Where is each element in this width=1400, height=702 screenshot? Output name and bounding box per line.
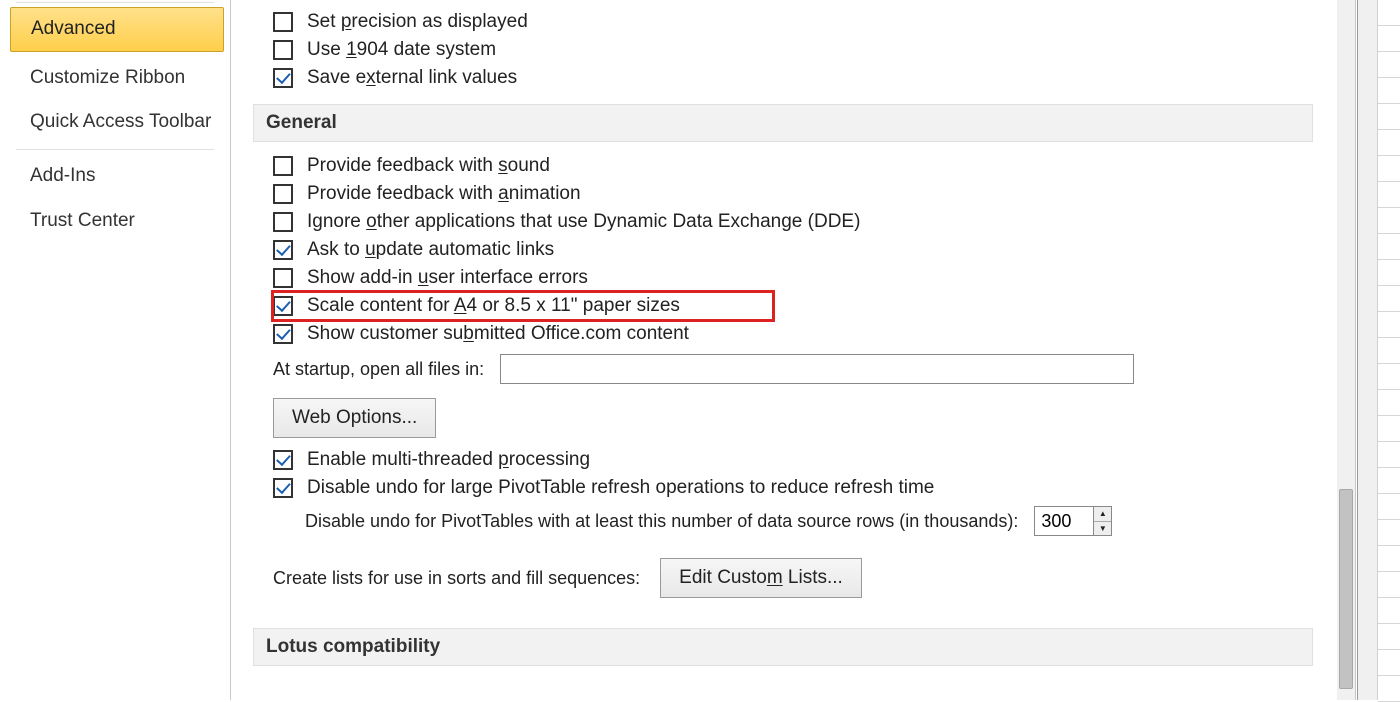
spin-label: Disable undo for PivotTables with at lea… <box>305 511 1018 532</box>
checkbox-label: Enable multi-threaded processing <box>307 449 590 471</box>
checkbox-label: Use 1904 date system <box>307 39 496 61</box>
checkbox-label: Provide feedback with sound <box>307 155 550 177</box>
spreadsheet-cells <box>1378 0 1400 700</box>
checkbox-multi-threaded[interactable]: Enable multi-threaded processing <box>273 446 1333 474</box>
checkbox-label: Set precision as displayed <box>307 11 528 33</box>
startup-open-files-row: At startup, open all files in: <box>273 348 1333 390</box>
sidebar-item-customize-ribbon[interactable]: Customize Ribbon <box>0 56 230 101</box>
sidebar-item-label: Add-Ins <box>30 165 95 186</box>
sidebar-separator <box>16 149 214 150</box>
startup-folder-input[interactable] <box>500 354 1134 384</box>
panel-scrollbar[interactable] <box>1337 0 1355 700</box>
checkbox-icon <box>273 478 293 498</box>
checkbox-label: Show customer submitted Office.com conte… <box>307 323 689 345</box>
custom-lists-row: Create lists for use in sorts and fill s… <box>273 540 1333 616</box>
sidebar-item-quick-access-toolbar[interactable]: Quick Access Toolbar <box>0 100 230 145</box>
lists-label: Create lists for use in sorts and fill s… <box>273 568 640 589</box>
spinner-input[interactable] <box>1035 507 1093 535</box>
checkbox-1904-date-system[interactable]: Use 1904 date system <box>273 36 1333 64</box>
checkbox-label: Show add-in user interface errors <box>307 267 588 289</box>
section-header-general: General <box>253 104 1313 142</box>
checkbox-save-external-link-values[interactable]: Save external link values <box>273 64 1333 92</box>
checkbox-feedback-sound[interactable]: Provide feedback with sound <box>273 152 1333 180</box>
checkbox-icon <box>273 268 293 288</box>
checkbox-icon <box>273 156 293 176</box>
edit-custom-lists-button[interactable]: Edit Custom Lists... <box>660 558 862 598</box>
checkbox-icon <box>273 324 293 344</box>
checkbox-disable-undo-pivot[interactable]: Disable undo for large PivotTable refres… <box>273 474 1333 502</box>
checkbox-label: Provide feedback with animation <box>307 183 581 205</box>
window-scrollbar[interactable] <box>1358 0 1378 700</box>
top-options: Set precision as displayed Use 1904 date… <box>273 8 1333 92</box>
checkbox-ask-update-links[interactable]: Ask to update automatic links <box>273 236 1333 264</box>
checkbox-label: Ask to update automatic links <box>307 239 554 261</box>
options-dialog: Language Advanced Customize Ribbon Quick… <box>0 0 1356 700</box>
checkbox-label: Scale content for A4 or 8.5 x 11" paper … <box>307 295 680 317</box>
arrow-down-icon[interactable]: ▼ <box>1094 522 1111 536</box>
sidebar-item-label: Quick Access Toolbar <box>30 111 211 132</box>
checkbox-label: Disable undo for large PivotTable refres… <box>307 477 934 499</box>
checkbox-icon <box>273 240 293 260</box>
options-sidebar: Language Advanced Customize Ribbon Quick… <box>0 0 231 700</box>
scrollbar-thumb[interactable] <box>1339 489 1353 689</box>
sidebar-item-trust-center[interactable]: Trust Center <box>0 199 230 244</box>
section-header-lotus: Lotus compatibility <box>253 628 1313 666</box>
sidebar-item-label: Advanced <box>31 18 116 39</box>
web-options-button[interactable]: Web Options... <box>273 398 436 438</box>
sidebar-separator <box>16 2 214 3</box>
arrow-up-icon[interactable]: ▲ <box>1094 507 1111 522</box>
checkbox-icon <box>273 184 293 204</box>
checkbox-label: Ignore other applications that use Dynam… <box>307 211 860 233</box>
general-options: Provide feedback with sound Provide feed… <box>273 152 1333 616</box>
background-spreadsheet <box>1357 0 1400 700</box>
checkbox-ignore-dde[interactable]: Ignore other applications that use Dynam… <box>273 208 1333 236</box>
sidebar-item-advanced[interactable]: Advanced <box>10 7 224 52</box>
checkbox-show-addin-errors[interactable]: Show add-in user interface errors <box>273 264 1333 292</box>
spinner-arrows[interactable]: ▲▼ <box>1093 507 1111 535</box>
checkbox-scale-content-a4[interactable]: Scale content for A4 or 8.5 x 11" paper … <box>273 292 773 320</box>
checkbox-icon <box>273 68 293 88</box>
sidebar-item-label: Customize Ribbon <box>30 67 185 88</box>
checkbox-set-precision[interactable]: Set precision as displayed <box>273 8 1333 36</box>
checkbox-show-office-com-content[interactable]: Show customer submitted Office.com conte… <box>273 320 1333 348</box>
sidebar-item-add-ins[interactable]: Add-Ins <box>0 154 230 199</box>
checkbox-icon <box>273 450 293 470</box>
checkbox-feedback-animation[interactable]: Provide feedback with animation <box>273 180 1333 208</box>
checkbox-icon <box>273 296 293 316</box>
options-main-panel: Set precision as displayed Use 1904 date… <box>231 0 1355 700</box>
pivot-undo-threshold-spinner[interactable]: ▲▼ <box>1034 506 1112 536</box>
checkbox-label: Save external link values <box>307 67 517 89</box>
sidebar-item-label: Trust Center <box>30 210 135 231</box>
startup-label: At startup, open all files in: <box>273 359 484 380</box>
checkbox-icon <box>273 212 293 232</box>
pivot-undo-threshold-row: Disable undo for PivotTables with at lea… <box>305 502 1333 540</box>
checkbox-icon <box>273 12 293 32</box>
checkbox-icon <box>273 40 293 60</box>
